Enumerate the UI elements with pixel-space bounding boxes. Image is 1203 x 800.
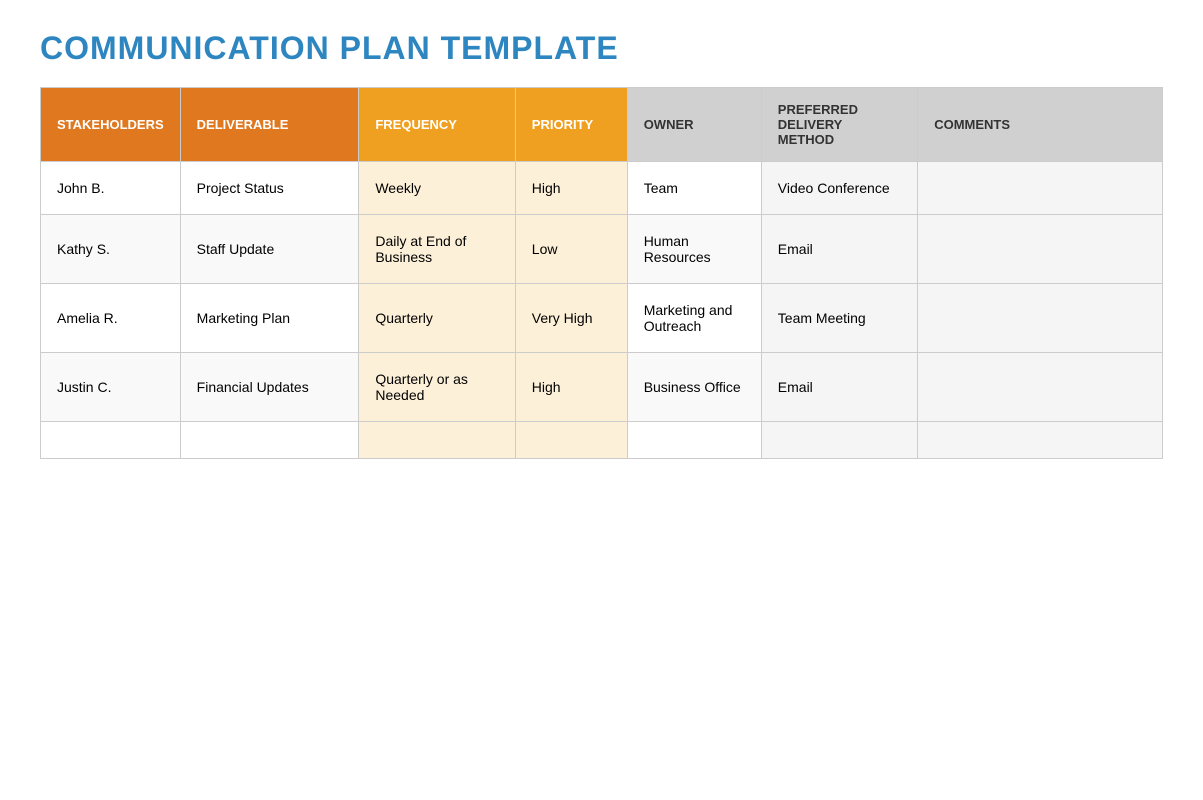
cell-comments bbox=[918, 215, 1163, 284]
header-stakeholders: STAKEHOLDERS bbox=[41, 88, 181, 162]
cell-priority: High bbox=[515, 353, 627, 422]
header-comments: COMMENTS bbox=[918, 88, 1163, 162]
cell-comments bbox=[918, 422, 1163, 459]
header-owner: OWNER bbox=[627, 88, 761, 162]
cell-owner: Marketing and Outreach bbox=[627, 284, 761, 353]
cell-owner: Team bbox=[627, 162, 761, 215]
cell-priority: Low bbox=[515, 215, 627, 284]
header-delivery: PREFERRED DELIVERY METHOD bbox=[761, 88, 917, 162]
cell-deliverable: Staff Update bbox=[180, 215, 359, 284]
cell-frequency bbox=[359, 422, 515, 459]
cell-priority: Very High bbox=[515, 284, 627, 353]
header-priority: PRIORITY bbox=[515, 88, 627, 162]
table-row bbox=[41, 422, 1163, 459]
cell-frequency: Quarterly bbox=[359, 284, 515, 353]
cell-comments bbox=[918, 284, 1163, 353]
cell-stakeholder: Kathy S. bbox=[41, 215, 181, 284]
cell-stakeholder bbox=[41, 422, 181, 459]
cell-stakeholder: Amelia R. bbox=[41, 284, 181, 353]
cell-frequency: Daily at End of Business bbox=[359, 215, 515, 284]
page-title: COMMUNICATION PLAN TEMPLATE bbox=[40, 30, 1163, 67]
cell-frequency: Weekly bbox=[359, 162, 515, 215]
cell-stakeholder: Justin C. bbox=[41, 353, 181, 422]
cell-delivery: Video Conference bbox=[761, 162, 917, 215]
table-row: Justin C.Financial UpdatesQuarterly or a… bbox=[41, 353, 1163, 422]
cell-deliverable: Financial Updates bbox=[180, 353, 359, 422]
cell-delivery: Email bbox=[761, 353, 917, 422]
cell-owner: Human Resources bbox=[627, 215, 761, 284]
cell-delivery bbox=[761, 422, 917, 459]
cell-delivery: Email bbox=[761, 215, 917, 284]
table-row: John B.Project StatusWeeklyHighTeamVideo… bbox=[41, 162, 1163, 215]
cell-frequency: Quarterly or as Needed bbox=[359, 353, 515, 422]
cell-delivery: Team Meeting bbox=[761, 284, 917, 353]
table-row: Kathy S.Staff UpdateDaily at End of Busi… bbox=[41, 215, 1163, 284]
cell-owner: Business Office bbox=[627, 353, 761, 422]
header-deliverable: DELIVERABLE bbox=[180, 88, 359, 162]
cell-stakeholder: John B. bbox=[41, 162, 181, 215]
cell-deliverable: Marketing Plan bbox=[180, 284, 359, 353]
cell-deliverable: Project Status bbox=[180, 162, 359, 215]
table-row: Amelia R.Marketing PlanQuarterlyVery Hig… bbox=[41, 284, 1163, 353]
cell-priority bbox=[515, 422, 627, 459]
cell-comments bbox=[918, 353, 1163, 422]
communication-plan-table: STAKEHOLDERS DELIVERABLE FREQUENCY PRIOR… bbox=[40, 87, 1163, 459]
cell-priority: High bbox=[515, 162, 627, 215]
cell-comments bbox=[918, 162, 1163, 215]
cell-deliverable bbox=[180, 422, 359, 459]
cell-owner bbox=[627, 422, 761, 459]
header-frequency: FREQUENCY bbox=[359, 88, 515, 162]
